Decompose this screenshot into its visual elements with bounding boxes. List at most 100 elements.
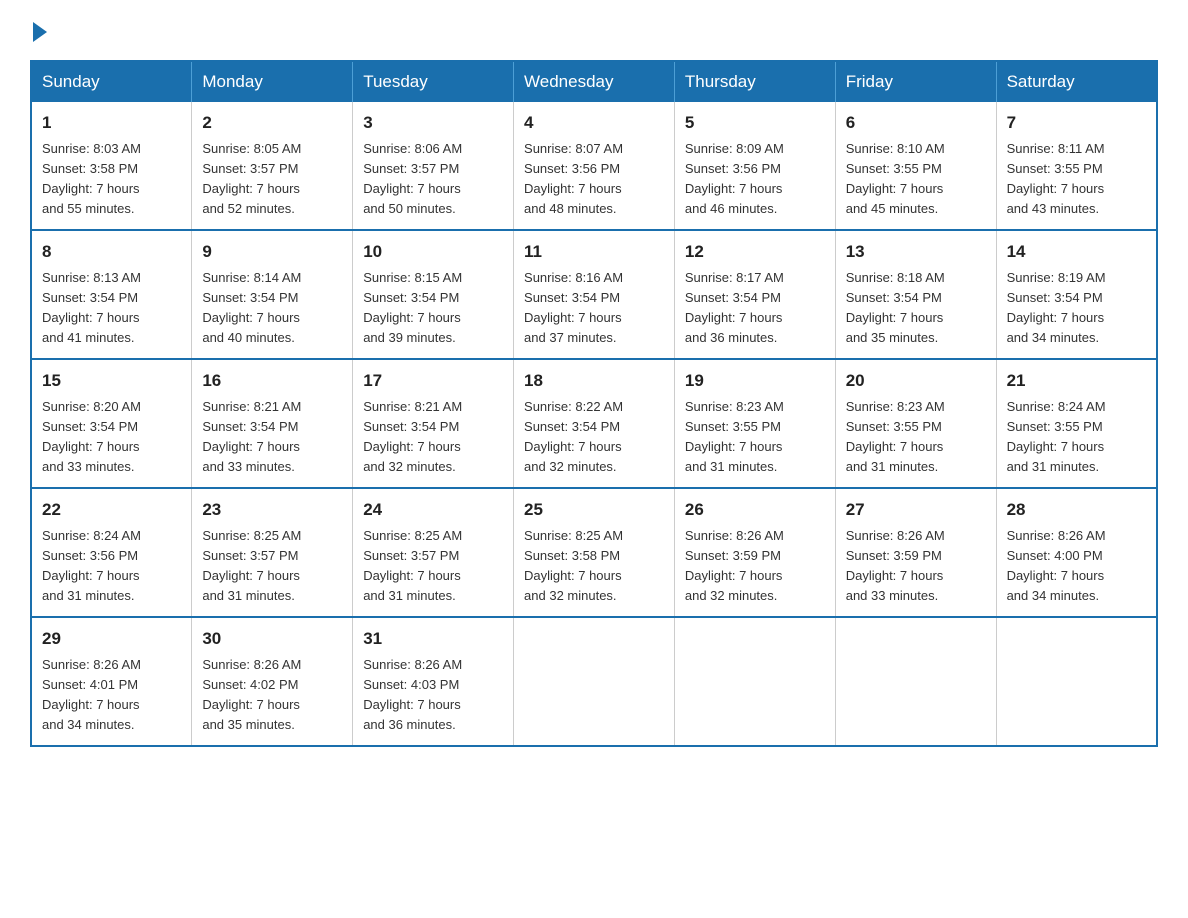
day-number: 12: [685, 239, 825, 265]
calendar-week-3: 15 Sunrise: 8:20 AMSunset: 3:54 PMDaylig…: [31, 359, 1157, 488]
day-number: 16: [202, 368, 342, 394]
day-info: Sunrise: 8:24 AMSunset: 3:55 PMDaylight:…: [1007, 399, 1106, 474]
calendar-cell: 14 Sunrise: 8:19 AMSunset: 3:54 PMDaylig…: [996, 230, 1157, 359]
calendar-cell: 21 Sunrise: 8:24 AMSunset: 3:55 PMDaylig…: [996, 359, 1157, 488]
calendar-cell: 10 Sunrise: 8:15 AMSunset: 3:54 PMDaylig…: [353, 230, 514, 359]
day-number: 18: [524, 368, 664, 394]
day-number: 14: [1007, 239, 1146, 265]
day-number: 13: [846, 239, 986, 265]
calendar-cell: 16 Sunrise: 8:21 AMSunset: 3:54 PMDaylig…: [192, 359, 353, 488]
day-info: Sunrise: 8:18 AMSunset: 3:54 PMDaylight:…: [846, 270, 945, 345]
day-number: 27: [846, 497, 986, 523]
calendar-cell: 22 Sunrise: 8:24 AMSunset: 3:56 PMDaylig…: [31, 488, 192, 617]
day-info: Sunrise: 8:15 AMSunset: 3:54 PMDaylight:…: [363, 270, 462, 345]
day-info: Sunrise: 8:10 AMSunset: 3:55 PMDaylight:…: [846, 141, 945, 216]
header-tuesday: Tuesday: [353, 61, 514, 102]
day-info: Sunrise: 8:23 AMSunset: 3:55 PMDaylight:…: [846, 399, 945, 474]
day-number: 29: [42, 626, 181, 652]
day-number: 24: [363, 497, 503, 523]
day-info: Sunrise: 8:05 AMSunset: 3:57 PMDaylight:…: [202, 141, 301, 216]
calendar-cell: 9 Sunrise: 8:14 AMSunset: 3:54 PMDayligh…: [192, 230, 353, 359]
logo: [30, 20, 47, 42]
day-info: Sunrise: 8:25 AMSunset: 3:57 PMDaylight:…: [363, 528, 462, 603]
day-number: 19: [685, 368, 825, 394]
day-number: 11: [524, 239, 664, 265]
calendar-cell: 27 Sunrise: 8:26 AMSunset: 3:59 PMDaylig…: [835, 488, 996, 617]
day-number: 23: [202, 497, 342, 523]
day-number: 26: [685, 497, 825, 523]
calendar-cell: 19 Sunrise: 8:23 AMSunset: 3:55 PMDaylig…: [674, 359, 835, 488]
day-number: 8: [42, 239, 181, 265]
day-number: 25: [524, 497, 664, 523]
calendar-cell: 15 Sunrise: 8:20 AMSunset: 3:54 PMDaylig…: [31, 359, 192, 488]
day-info: Sunrise: 8:26 AMSunset: 4:02 PMDaylight:…: [202, 657, 301, 732]
header-wednesday: Wednesday: [514, 61, 675, 102]
calendar-week-4: 22 Sunrise: 8:24 AMSunset: 3:56 PMDaylig…: [31, 488, 1157, 617]
calendar-cell: 11 Sunrise: 8:16 AMSunset: 3:54 PMDaylig…: [514, 230, 675, 359]
day-info: Sunrise: 8:22 AMSunset: 3:54 PMDaylight:…: [524, 399, 623, 474]
calendar-cell: 30 Sunrise: 8:26 AMSunset: 4:02 PMDaylig…: [192, 617, 353, 746]
day-number: 4: [524, 110, 664, 136]
calendar-cell: 29 Sunrise: 8:26 AMSunset: 4:01 PMDaylig…: [31, 617, 192, 746]
day-number: 22: [42, 497, 181, 523]
day-number: 30: [202, 626, 342, 652]
calendar-cell: [996, 617, 1157, 746]
page-header: [30, 20, 1158, 42]
day-info: Sunrise: 8:20 AMSunset: 3:54 PMDaylight:…: [42, 399, 141, 474]
day-info: Sunrise: 8:09 AMSunset: 3:56 PMDaylight:…: [685, 141, 784, 216]
day-info: Sunrise: 8:03 AMSunset: 3:58 PMDaylight:…: [42, 141, 141, 216]
calendar-cell: 26 Sunrise: 8:26 AMSunset: 3:59 PMDaylig…: [674, 488, 835, 617]
day-info: Sunrise: 8:26 AMSunset: 4:03 PMDaylight:…: [363, 657, 462, 732]
calendar-cell: 1 Sunrise: 8:03 AMSunset: 3:58 PMDayligh…: [31, 102, 192, 230]
day-info: Sunrise: 8:26 AMSunset: 3:59 PMDaylight:…: [846, 528, 945, 603]
calendar-cell: 20 Sunrise: 8:23 AMSunset: 3:55 PMDaylig…: [835, 359, 996, 488]
header-thursday: Thursday: [674, 61, 835, 102]
calendar-week-1: 1 Sunrise: 8:03 AMSunset: 3:58 PMDayligh…: [31, 102, 1157, 230]
header-friday: Friday: [835, 61, 996, 102]
day-number: 6: [846, 110, 986, 136]
calendar-cell: 13 Sunrise: 8:18 AMSunset: 3:54 PMDaylig…: [835, 230, 996, 359]
calendar-cell: [514, 617, 675, 746]
calendar-cell: 25 Sunrise: 8:25 AMSunset: 3:58 PMDaylig…: [514, 488, 675, 617]
day-info: Sunrise: 8:06 AMSunset: 3:57 PMDaylight:…: [363, 141, 462, 216]
calendar-cell: 6 Sunrise: 8:10 AMSunset: 3:55 PMDayligh…: [835, 102, 996, 230]
calendar-cell: 28 Sunrise: 8:26 AMSunset: 4:00 PMDaylig…: [996, 488, 1157, 617]
calendar-week-5: 29 Sunrise: 8:26 AMSunset: 4:01 PMDaylig…: [31, 617, 1157, 746]
day-info: Sunrise: 8:26 AMSunset: 4:00 PMDaylight:…: [1007, 528, 1106, 603]
day-info: Sunrise: 8:21 AMSunset: 3:54 PMDaylight:…: [363, 399, 462, 474]
day-number: 7: [1007, 110, 1146, 136]
header-saturday: Saturday: [996, 61, 1157, 102]
day-info: Sunrise: 8:26 AMSunset: 3:59 PMDaylight:…: [685, 528, 784, 603]
day-info: Sunrise: 8:21 AMSunset: 3:54 PMDaylight:…: [202, 399, 301, 474]
day-info: Sunrise: 8:25 AMSunset: 3:58 PMDaylight:…: [524, 528, 623, 603]
day-info: Sunrise: 8:25 AMSunset: 3:57 PMDaylight:…: [202, 528, 301, 603]
calendar-cell: 7 Sunrise: 8:11 AMSunset: 3:55 PMDayligh…: [996, 102, 1157, 230]
day-info: Sunrise: 8:07 AMSunset: 3:56 PMDaylight:…: [524, 141, 623, 216]
calendar-cell: 2 Sunrise: 8:05 AMSunset: 3:57 PMDayligh…: [192, 102, 353, 230]
day-number: 2: [202, 110, 342, 136]
calendar-cell: 18 Sunrise: 8:22 AMSunset: 3:54 PMDaylig…: [514, 359, 675, 488]
calendar-week-2: 8 Sunrise: 8:13 AMSunset: 3:54 PMDayligh…: [31, 230, 1157, 359]
calendar-cell: 4 Sunrise: 8:07 AMSunset: 3:56 PMDayligh…: [514, 102, 675, 230]
calendar-cell: 5 Sunrise: 8:09 AMSunset: 3:56 PMDayligh…: [674, 102, 835, 230]
day-number: 3: [363, 110, 503, 136]
day-info: Sunrise: 8:13 AMSunset: 3:54 PMDaylight:…: [42, 270, 141, 345]
calendar-cell: 12 Sunrise: 8:17 AMSunset: 3:54 PMDaylig…: [674, 230, 835, 359]
calendar-cell: 17 Sunrise: 8:21 AMSunset: 3:54 PMDaylig…: [353, 359, 514, 488]
calendar-cell: 3 Sunrise: 8:06 AMSunset: 3:57 PMDayligh…: [353, 102, 514, 230]
calendar-cell: 23 Sunrise: 8:25 AMSunset: 3:57 PMDaylig…: [192, 488, 353, 617]
day-info: Sunrise: 8:24 AMSunset: 3:56 PMDaylight:…: [42, 528, 141, 603]
day-info: Sunrise: 8:26 AMSunset: 4:01 PMDaylight:…: [42, 657, 141, 732]
day-info: Sunrise: 8:23 AMSunset: 3:55 PMDaylight:…: [685, 399, 784, 474]
day-number: 9: [202, 239, 342, 265]
day-number: 28: [1007, 497, 1146, 523]
logo-arrow-icon: [33, 22, 47, 42]
day-info: Sunrise: 8:14 AMSunset: 3:54 PMDaylight:…: [202, 270, 301, 345]
header-sunday: Sunday: [31, 61, 192, 102]
day-number: 21: [1007, 368, 1146, 394]
day-number: 17: [363, 368, 503, 394]
calendar-cell: [835, 617, 996, 746]
calendar-cell: 31 Sunrise: 8:26 AMSunset: 4:03 PMDaylig…: [353, 617, 514, 746]
day-info: Sunrise: 8:11 AMSunset: 3:55 PMDaylight:…: [1007, 141, 1105, 216]
day-info: Sunrise: 8:17 AMSunset: 3:54 PMDaylight:…: [685, 270, 784, 345]
